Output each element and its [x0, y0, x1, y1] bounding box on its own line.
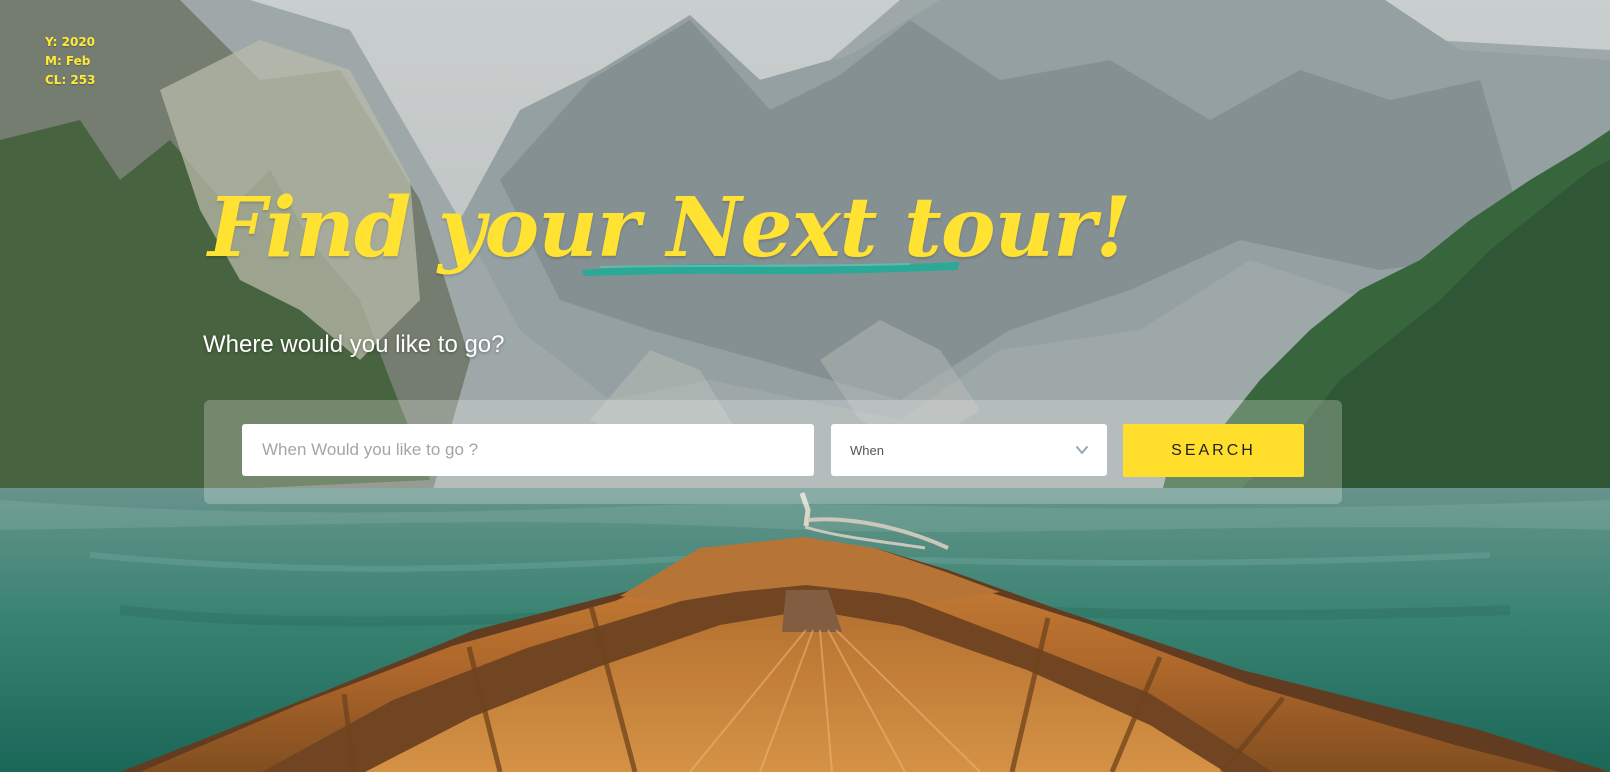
debug-overlay: Y: 2020 M: Feb CL: 253: [45, 33, 95, 90]
hero-subtitle: Where would you like to go?: [203, 331, 505, 358]
month-label: M: Feb: [45, 54, 91, 68]
search-panel: When SEARCH: [204, 400, 1342, 504]
when-dropdown[interactable]: When: [831, 424, 1107, 476]
headline-accent: Next tour!: [666, 180, 1132, 276]
cl-label: CL: 253: [45, 73, 96, 87]
year-label: Y: 2020: [45, 35, 96, 49]
hero-headline: Find your Next tour!: [208, 178, 1131, 303]
headline-prefix: Find your: [208, 180, 667, 276]
chevron-down-icon: [1076, 446, 1088, 454]
when-selected-value: When: [850, 442, 884, 458]
landscape-background: [0, 0, 1610, 772]
headline-text: Find your Next tour!: [208, 178, 1132, 278]
hero-section: Y: 2020 M: Feb CL: 253 Find your Next to…: [0, 0, 1610, 772]
search-button[interactable]: SEARCH: [1123, 424, 1304, 477]
destination-search-input[interactable]: [242, 424, 814, 476]
